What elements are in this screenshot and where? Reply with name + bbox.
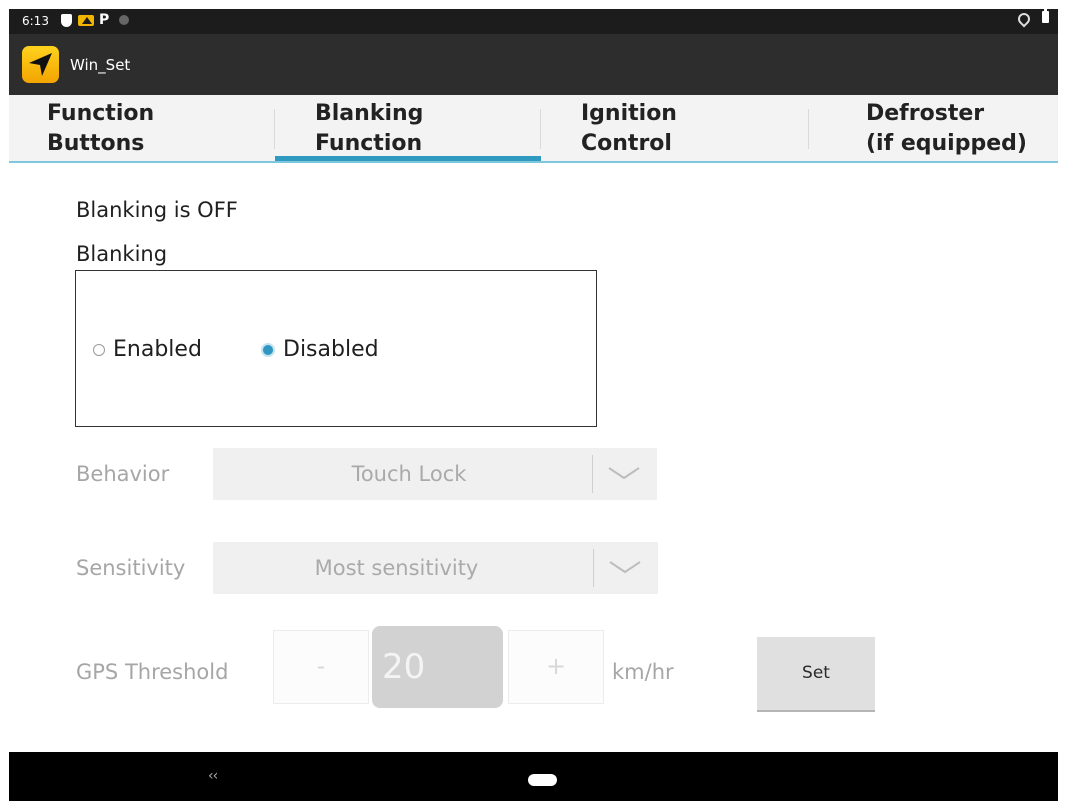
location-icon <box>1015 10 1033 28</box>
increment-button[interactable]: + <box>508 630 604 704</box>
chevron-down-icon <box>609 561 641 574</box>
camera-alert-icon <box>78 15 94 26</box>
tab-label-line1: Blanking <box>315 101 424 126</box>
gps-unit-label: km/hr <box>612 660 674 684</box>
radio-disabled-label: Disabled <box>283 337 379 362</box>
tab-bar: Function Buttons Blanking Function Ignit… <box>9 95 1058 163</box>
blanking-section-label: Blanking <box>76 242 168 266</box>
top-margin <box>0 0 1067 9</box>
sensitivity-selected-value: Most sensitivity <box>314 556 479 580</box>
tab-function-buttons[interactable]: Function Buttons <box>9 95 275 161</box>
tab-label-line2: (if equipped) <box>866 131 1027 156</box>
status-bar: 6:13 P <box>9 9 1058 34</box>
radio-unchecked-icon <box>93 343 105 356</box>
home-button[interactable] <box>528 774 557 786</box>
radio-disabled[interactable]: Disabled <box>261 337 379 362</box>
back-button[interactable]: ‹‹ <box>208 768 218 784</box>
radio-checked-icon <box>261 342 275 357</box>
gps-threshold-label: GPS Threshold <box>76 660 229 684</box>
dropdown-divider <box>593 549 594 587</box>
tab-blanking-function[interactable]: Blanking Function <box>275 95 541 161</box>
tab-label-line2: Control <box>581 131 672 156</box>
tab-label-line1: Defroster <box>866 101 985 126</box>
app-bar: Win_Set <box>9 34 1058 95</box>
tab-defroster[interactable]: Defroster (if equipped) <box>809 95 1058 161</box>
behavior-dropdown[interactable]: Touch Lock <box>213 448 657 500</box>
gps-threshold-input[interactable] <box>372 626 503 708</box>
decrement-button[interactable]: - <box>273 630 369 704</box>
sensitivity-label: Sensitivity <box>76 556 186 580</box>
status-time: 6:13 <box>22 14 49 28</box>
signal-icon <box>119 15 129 25</box>
navigation-arrow-icon <box>22 46 59 83</box>
tab-label-line1: Function <box>47 101 155 126</box>
shield-icon <box>61 14 72 27</box>
tab-label-line2: Buttons <box>47 131 145 156</box>
radio-enabled-label: Enabled <box>113 337 202 362</box>
behavior-label: Behavior <box>76 462 170 486</box>
chevron-down-icon <box>608 467 640 480</box>
tab-label-line1: Ignition <box>581 101 677 126</box>
dropdown-divider <box>592 455 593 493</box>
tab-ignition-control[interactable]: Ignition Control <box>541 95 809 161</box>
parking-icon: P <box>99 12 110 28</box>
active-tab-indicator <box>275 156 541 161</box>
navigation-bar: ‹‹ <box>9 752 1058 801</box>
blanking-radio-group: Enabled Disabled <box>75 270 597 427</box>
sensitivity-dropdown[interactable]: Most sensitivity <box>213 542 658 594</box>
app-title: Win_Set <box>70 56 131 74</box>
battery-icon <box>1042 9 1049 23</box>
blanking-status-text: Blanking is OFF <box>76 198 238 222</box>
set-button[interactable]: Set <box>757 637 875 712</box>
radio-enabled[interactable]: Enabled <box>93 337 202 362</box>
tab-label-line2: Function <box>315 131 423 156</box>
behavior-selected-value: Touch Lock <box>351 462 467 486</box>
